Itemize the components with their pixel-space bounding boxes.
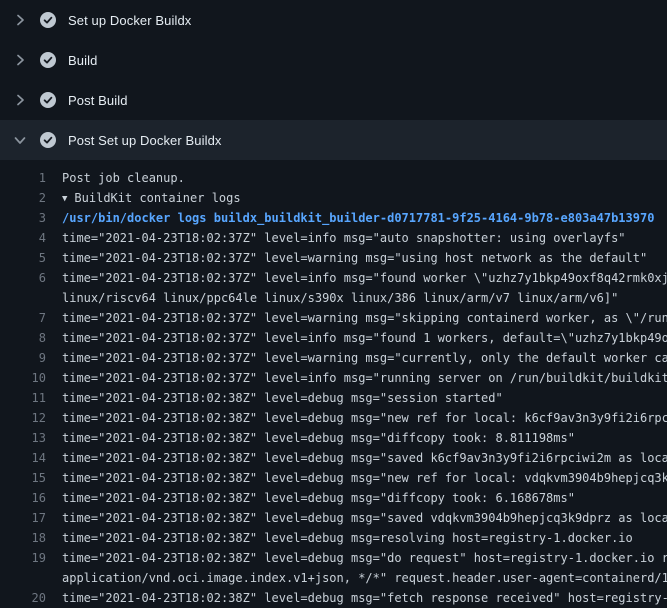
step-header-set-up-docker-buildx[interactable]: Set up Docker Buildx <box>0 0 667 40</box>
log-line: 12 time="2021-04-23T18:02:38Z" level=deb… <box>0 408 667 428</box>
step-header-post-set-up-docker-buildx[interactable]: Post Set up Docker Buildx <box>0 120 667 160</box>
check-circle-icon <box>40 132 56 148</box>
line-number[interactable]: 4 <box>0 228 46 248</box>
command-text: /usr/bin/docker logs buildx_buildkit_bui… <box>46 208 654 228</box>
log-text: time="2021-04-23T18:02:37Z" level=info m… <box>46 368 667 388</box>
log-group-header[interactable]: ▼ BuildKit container logs <box>46 188 241 208</box>
line-number[interactable]: 1 <box>0 168 46 188</box>
log-line: 6 time="2021-04-23T18:02:37Z" level=info… <box>0 268 667 288</box>
log-text: time="2021-04-23T18:02:37Z" level=info m… <box>46 268 667 288</box>
log-line: 14 time="2021-04-23T18:02:38Z" level=deb… <box>0 448 667 468</box>
log-line-continuation: application/vnd.oci.image.index.v1+json,… <box>0 568 667 588</box>
log-line: 1 Post job cleanup. <box>0 168 667 188</box>
log-line-command: 3 /usr/bin/docker logs buildx_buildkit_b… <box>0 208 667 228</box>
line-number[interactable]: 18 <box>0 528 46 548</box>
line-number[interactable]: 3 <box>0 208 46 228</box>
log-text: time="2021-04-23T18:02:37Z" level=info m… <box>46 228 626 248</box>
step-header-build[interactable]: Build <box>0 40 667 80</box>
step-label: Post Build <box>68 93 128 108</box>
line-number <box>0 568 46 588</box>
chevron-right-icon <box>12 12 28 28</box>
log-line: 9 time="2021-04-23T18:02:37Z" level=warn… <box>0 348 667 368</box>
steps-list: Set up Docker Buildx Build Post Build Po… <box>0 0 667 160</box>
line-number[interactable]: 17 <box>0 508 46 528</box>
line-number[interactable]: 20 <box>0 588 46 608</box>
log-line-continuation: linux/riscv64 linux/ppc64le linux/s390x … <box>0 288 667 308</box>
log-text: time="2021-04-23T18:02:38Z" level=debug … <box>46 508 667 528</box>
log-text: time="2021-04-23T18:02:38Z" level=debug … <box>46 528 633 548</box>
log-text: time="2021-04-23T18:02:37Z" level=warnin… <box>46 348 667 368</box>
log-line: 4 time="2021-04-23T18:02:37Z" level=info… <box>0 228 667 248</box>
step-header-post-build[interactable]: Post Build <box>0 80 667 120</box>
log-line: 8 time="2021-04-23T18:02:37Z" level=info… <box>0 328 667 348</box>
log-line: 11 time="2021-04-23T18:02:38Z" level=deb… <box>0 388 667 408</box>
log-line: 17 time="2021-04-23T18:02:38Z" level=deb… <box>0 508 667 528</box>
step-label: Set up Docker Buildx <box>68 13 191 28</box>
log-text: linux/riscv64 linux/ppc64le linux/s390x … <box>46 288 618 308</box>
log-line: 13 time="2021-04-23T18:02:38Z" level=deb… <box>0 428 667 448</box>
line-number[interactable]: 10 <box>0 368 46 388</box>
log-output: 1 Post job cleanup. 2 ▼ BuildKit containe… <box>0 160 667 608</box>
check-circle-icon <box>40 92 56 108</box>
log-line: 19 time="2021-04-23T18:02:38Z" level=deb… <box>0 548 667 568</box>
log-text: time="2021-04-23T18:02:38Z" level=debug … <box>46 468 667 488</box>
line-number[interactable]: 7 <box>0 308 46 328</box>
chevron-right-icon <box>12 52 28 68</box>
chevron-right-icon <box>12 92 28 108</box>
step-label: Build <box>68 53 97 68</box>
log-text: time="2021-04-23T18:02:37Z" level=warnin… <box>46 308 667 328</box>
line-number[interactable]: 13 <box>0 428 46 448</box>
line-number[interactable]: 2 <box>0 188 46 208</box>
line-number[interactable]: 12 <box>0 408 46 428</box>
log-text: time="2021-04-23T18:02:38Z" level=debug … <box>46 488 575 508</box>
log-line: 10 time="2021-04-23T18:02:37Z" level=inf… <box>0 368 667 388</box>
line-number[interactable]: 5 <box>0 248 46 268</box>
log-text: time="2021-04-23T18:02:38Z" level=debug … <box>46 548 667 568</box>
log-text: Post job cleanup. <box>46 168 185 188</box>
check-circle-icon <box>40 12 56 28</box>
chevron-down-icon <box>12 132 28 148</box>
line-number[interactable]: 16 <box>0 488 46 508</box>
line-number[interactable]: 6 <box>0 268 46 288</box>
line-number[interactable]: 11 <box>0 388 46 408</box>
log-line: 15 time="2021-04-23T18:02:38Z" level=deb… <box>0 468 667 488</box>
log-text: time="2021-04-23T18:02:38Z" level=debug … <box>46 588 667 608</box>
log-text: time="2021-04-23T18:02:38Z" level=debug … <box>46 448 667 468</box>
check-circle-icon <box>40 52 56 68</box>
log-text: time="2021-04-23T18:02:38Z" level=debug … <box>46 388 503 408</box>
log-line: 18 time="2021-04-23T18:02:38Z" level=deb… <box>0 528 667 548</box>
log-line: 20 time="2021-04-23T18:02:38Z" level=deb… <box>0 588 667 608</box>
line-number[interactable]: 14 <box>0 448 46 468</box>
line-number[interactable]: 19 <box>0 548 46 568</box>
line-number <box>0 288 46 308</box>
log-text: time="2021-04-23T18:02:37Z" level=warnin… <box>46 248 647 268</box>
step-label: Post Set up Docker Buildx <box>68 133 222 148</box>
log-text: application/vnd.oci.image.index.v1+json,… <box>46 568 667 588</box>
line-number[interactable]: 8 <box>0 328 46 348</box>
group-expanded-triangle-icon[interactable]: ▼ <box>62 194 67 204</box>
log-line: 16 time="2021-04-23T18:02:38Z" level=deb… <box>0 488 667 508</box>
log-line: 7 time="2021-04-23T18:02:37Z" level=warn… <box>0 308 667 328</box>
log-text: time="2021-04-23T18:02:37Z" level=info m… <box>46 328 667 348</box>
log-text: time="2021-04-23T18:02:38Z" level=debug … <box>46 408 667 428</box>
line-number[interactable]: 15 <box>0 468 46 488</box>
group-title: BuildKit container logs <box>74 191 240 205</box>
log-text: time="2021-04-23T18:02:38Z" level=debug … <box>46 428 575 448</box>
log-line: 5 time="2021-04-23T18:02:37Z" level=warn… <box>0 248 667 268</box>
log-line-group: 2 ▼ BuildKit container logs <box>0 188 667 208</box>
line-number[interactable]: 9 <box>0 348 46 368</box>
